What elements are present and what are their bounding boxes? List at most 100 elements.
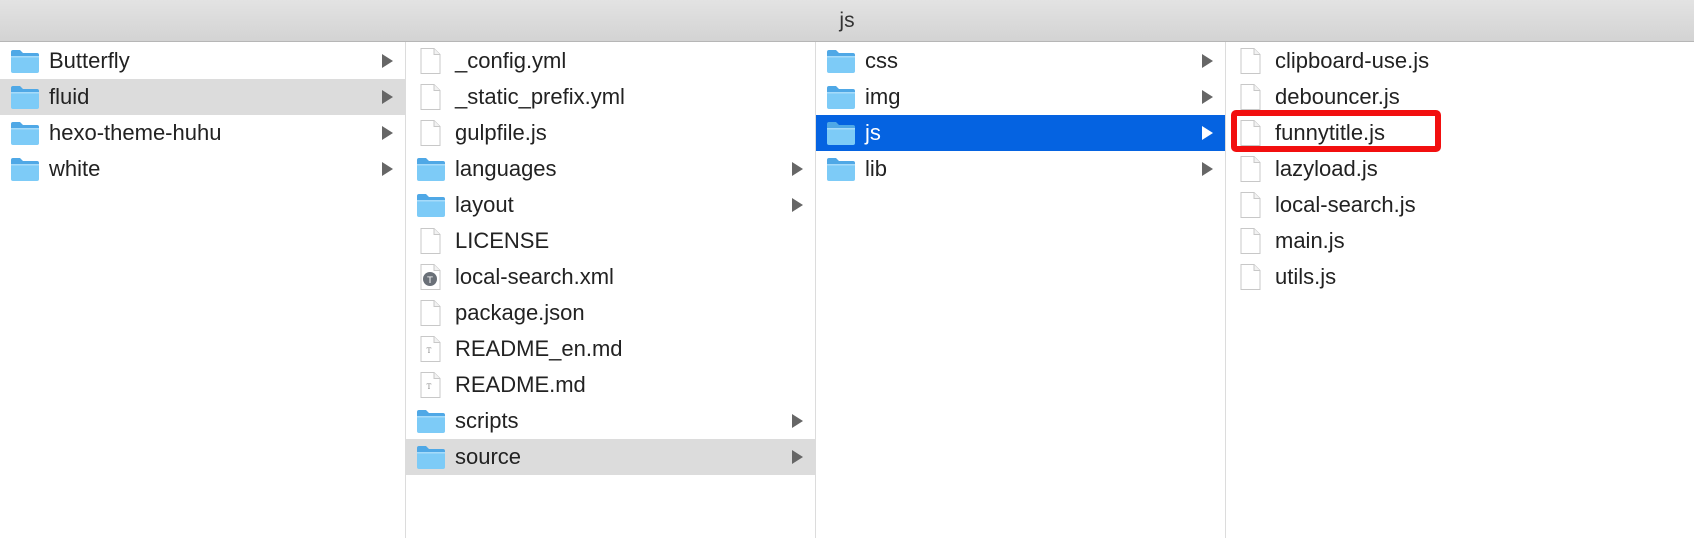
disclosure-arrow-icon xyxy=(1202,162,1213,176)
item-label: _static_prefix.yml xyxy=(455,84,625,109)
folder-item-img[interactable]: img xyxy=(816,79,1225,115)
folder-item-css[interactable]: css xyxy=(816,43,1225,79)
svg-text:T: T xyxy=(427,347,432,355)
folder-item-hexo-theme-huhu[interactable]: hexo-theme-huhu xyxy=(0,115,405,151)
folder-icon xyxy=(826,120,856,146)
svg-text:T: T xyxy=(426,276,433,286)
item-label: languages xyxy=(455,156,557,181)
column-1: Butterfly fluid hexo-theme-huhu white xyxy=(0,42,406,538)
item-label: layout xyxy=(455,192,514,217)
disclosure-arrow-icon xyxy=(1202,126,1213,140)
file-item-main-js[interactable]: main.js xyxy=(1226,223,1694,259)
disclosure-arrow-icon xyxy=(382,90,393,104)
column-2: _config.yml _static_prefix.yml gulpfile.js… xyxy=(406,42,816,538)
disclosure-arrow-icon xyxy=(382,162,393,176)
item-label: gulpfile.js xyxy=(455,120,547,145)
item-label: local-search.js xyxy=(1275,192,1416,217)
item-label: img xyxy=(865,84,901,109)
folder-item-source[interactable]: source xyxy=(406,439,815,475)
window-title: js xyxy=(839,8,855,32)
file-item-clipboard-use-js[interactable]: clipboard-use.js xyxy=(1226,43,1694,79)
disclosure-arrow-icon xyxy=(382,54,393,68)
folder-item-lib[interactable]: lib xyxy=(816,151,1225,187)
file-icon xyxy=(416,48,446,74)
annotation-highlight-box xyxy=(1231,110,1441,152)
item-label: _config.yml xyxy=(455,48,567,73)
file-item-readme-md[interactable]: T README.md xyxy=(406,367,815,403)
folder-item-js[interactable]: js xyxy=(816,115,1225,151)
folder-icon xyxy=(826,48,856,74)
item-label: css xyxy=(865,48,898,73)
folder-icon xyxy=(10,156,40,182)
item-label: fluid xyxy=(49,84,90,109)
column-3: css img js lib xyxy=(816,42,1226,538)
folder-icon xyxy=(416,192,446,218)
disclosure-arrow-icon xyxy=(382,126,393,140)
text-document-icon: T xyxy=(416,336,446,362)
folder-item-scripts[interactable]: scripts xyxy=(406,403,815,439)
file-icon xyxy=(416,84,446,110)
file-item-gulpfile-js[interactable]: gulpfile.js xyxy=(406,115,815,151)
file-item-lazyload-js[interactable]: lazyload.js xyxy=(1226,151,1694,187)
folder-icon xyxy=(416,408,446,434)
item-label: source xyxy=(455,444,522,469)
file-item-package-json[interactable]: package.json xyxy=(406,295,815,331)
file-item-utils-js[interactable]: utils.js xyxy=(1226,259,1694,295)
disclosure-arrow-icon xyxy=(792,162,803,176)
file-item-config-yml[interactable]: _config.yml xyxy=(406,43,815,79)
folder-item-languages[interactable]: languages xyxy=(406,151,815,187)
file-icon xyxy=(1236,156,1266,182)
file-item-local-search-xml[interactable]: Tlocal-search.xml xyxy=(406,259,815,295)
file-icon xyxy=(1236,228,1266,254)
folder-item-layout[interactable]: layout xyxy=(406,187,815,223)
text-document-icon: T xyxy=(416,372,446,398)
item-label: lib xyxy=(865,156,888,181)
xml-document-icon: T xyxy=(416,264,446,290)
file-icon xyxy=(416,300,446,326)
disclosure-arrow-icon xyxy=(1202,90,1213,104)
item-label: Butterfly xyxy=(49,48,130,73)
disclosure-arrow-icon xyxy=(792,198,803,212)
item-label: README_en.md xyxy=(455,336,623,361)
file-item-readme-en-md[interactable]: T README_en.md xyxy=(406,331,815,367)
file-item-local-search-js[interactable]: local-search.js xyxy=(1226,187,1694,223)
folder-icon xyxy=(10,120,40,146)
file-item-license[interactable]: LICENSE xyxy=(406,223,815,259)
file-icon xyxy=(1236,84,1266,110)
folder-item-white[interactable]: white xyxy=(0,151,405,187)
item-label: local-search.xml xyxy=(455,264,614,289)
folder-icon xyxy=(416,156,446,182)
item-label: README.md xyxy=(455,372,586,397)
folder-icon xyxy=(10,84,40,110)
svg-text:T: T xyxy=(427,383,432,391)
item-label: debouncer.js xyxy=(1275,84,1400,109)
item-label: main.js xyxy=(1275,228,1345,253)
item-label: white xyxy=(49,156,101,181)
folder-icon xyxy=(826,84,856,110)
folder-item-butterfly[interactable]: Butterfly xyxy=(0,43,405,79)
disclosure-arrow-icon xyxy=(1202,54,1213,68)
window-titlebar: js xyxy=(0,0,1694,42)
item-label: utils.js xyxy=(1275,264,1337,289)
item-label: js xyxy=(865,120,881,145)
item-label: hexo-theme-huhu xyxy=(49,120,222,145)
item-label: LICENSE xyxy=(455,228,550,253)
folder-icon xyxy=(10,48,40,74)
folder-icon xyxy=(416,444,446,470)
file-icon xyxy=(416,228,446,254)
folder-icon xyxy=(826,156,856,182)
disclosure-arrow-icon xyxy=(792,414,803,428)
file-icon xyxy=(416,120,446,146)
item-label: scripts xyxy=(455,408,519,433)
column-browser: Butterfly fluid hexo-theme-huhu white _conf… xyxy=(0,42,1694,538)
file-icon xyxy=(1236,192,1266,218)
file-item-static-prefix-yml[interactable]: _static_prefix.yml xyxy=(406,79,815,115)
file-icon xyxy=(1236,264,1266,290)
item-label: package.json xyxy=(455,300,585,325)
item-label: clipboard-use.js xyxy=(1275,48,1430,73)
disclosure-arrow-icon xyxy=(792,450,803,464)
file-icon xyxy=(1236,48,1266,74)
folder-item-fluid[interactable]: fluid xyxy=(0,79,405,115)
column-4: clipboard-use.js debouncer.js funnytitle.j… xyxy=(1226,42,1694,538)
item-label: lazyload.js xyxy=(1275,156,1378,181)
